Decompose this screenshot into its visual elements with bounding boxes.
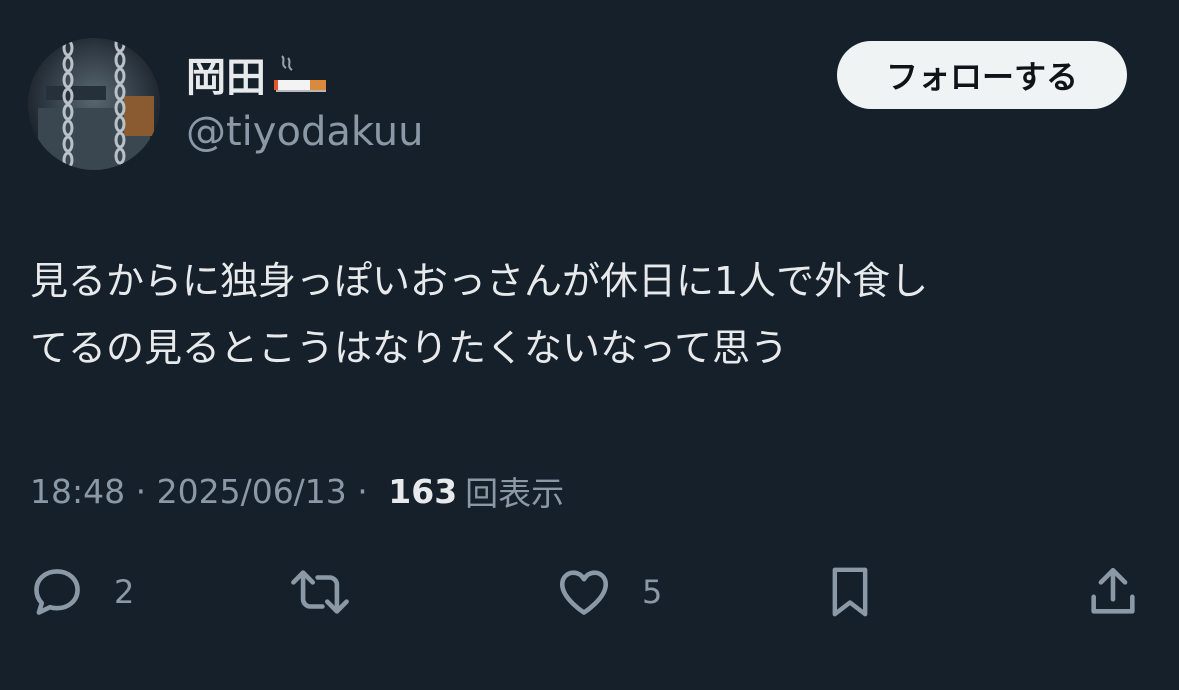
- retweet-icon: [288, 563, 352, 621]
- share-icon: [1084, 563, 1142, 621]
- avatar-image: [28, 38, 160, 170]
- meta-separator: ·: [346, 471, 379, 511]
- follow-button[interactable]: フォローする: [837, 41, 1127, 109]
- tweet-time[interactable]: 18:48: [30, 472, 125, 511]
- bookmark-icon: [822, 562, 878, 622]
- reply-count: 2: [114, 573, 135, 611]
- views-label: 回表示: [465, 474, 565, 513]
- reply-bubble-icon: [28, 563, 86, 621]
- cigarette-emoji-icon: [272, 54, 330, 102]
- tweet-meta: 18:48 · 2025/06/13 · 163 回表示: [30, 468, 564, 514]
- avatar[interactable]: [28, 38, 160, 170]
- display-name[interactable]: 岡田: [186, 58, 266, 98]
- retweet-button[interactable]: [288, 560, 352, 624]
- bookmark-button[interactable]: [822, 560, 878, 624]
- reply-button[interactable]: 2: [28, 560, 134, 624]
- meta-separator: ·: [125, 471, 157, 511]
- tweet-date[interactable]: 2025/06/13: [157, 472, 347, 511]
- share-button[interactable]: [1084, 560, 1142, 624]
- tweet-text: 見るからに独身っぽいおっさんが休日に1人で外食し てるの見るとこうはなりたくない…: [30, 259, 929, 370]
- like-button[interactable]: 5: [554, 560, 662, 624]
- views-count: 163: [388, 471, 458, 511]
- user-handle[interactable]: @tiyodakuu: [186, 108, 423, 156]
- heart-icon: [554, 563, 614, 621]
- user-name-row[interactable]: 岡田: [186, 52, 330, 104]
- like-count: 5: [642, 573, 663, 611]
